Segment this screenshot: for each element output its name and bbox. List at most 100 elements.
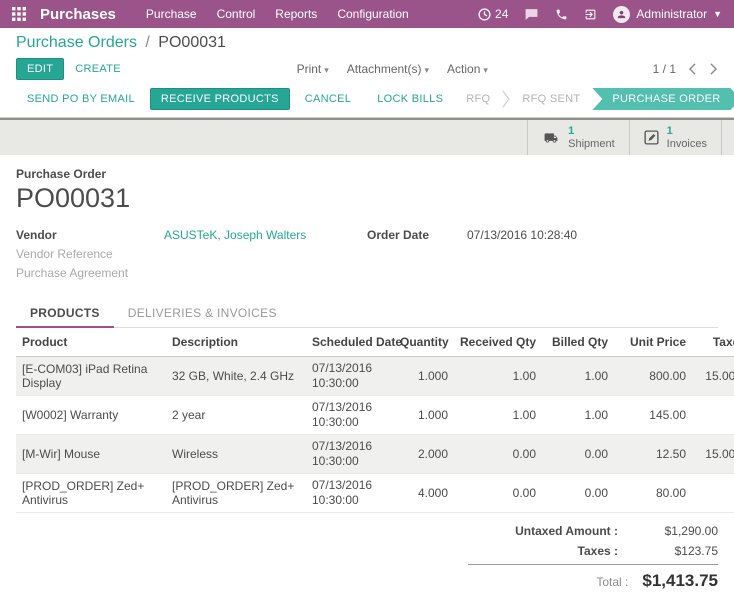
column-header-scheduled_date: Scheduled Date bbox=[306, 328, 394, 357]
table-row[interactable]: [M-Wir] MouseWireless07/13/2016 10:30:00… bbox=[16, 435, 734, 474]
order-lines-table: ProductDescriptionScheduled DateQuantity… bbox=[16, 328, 734, 513]
messages-button[interactable] bbox=[524, 8, 539, 21]
statusbar: RFQRFQ SENTPURCHASE ORDERLOCKED bbox=[454, 88, 734, 110]
record-type-label: Purchase Order bbox=[16, 167, 718, 181]
app-name[interactable]: Purchases bbox=[40, 6, 116, 23]
pager-value: 1 / 1 bbox=[653, 62, 676, 76]
chevron-down-icon: ▼ bbox=[713, 9, 722, 19]
table-row[interactable]: [W0002] Warranty2 year07/13/2016 10:30:0… bbox=[16, 396, 734, 435]
menu-item-configuration[interactable]: Configuration bbox=[337, 7, 408, 21]
cell-unit_price: 12.50 bbox=[614, 435, 692, 474]
untaxed-amount-label: Untaxed Amount : bbox=[515, 524, 618, 538]
column-header-description: Description bbox=[166, 328, 306, 357]
cell-quantity: 1.000 bbox=[394, 357, 454, 396]
breadcrumb-parent-link[interactable]: Purchase Orders bbox=[16, 34, 137, 51]
action-dropdown[interactable]: Action▾ bbox=[447, 62, 488, 76]
stat-text: 1Invoices bbox=[667, 125, 707, 150]
cell-product: [W0002] Warranty bbox=[16, 396, 166, 435]
tab-deliveries-invoices[interactable]: DELIVERIES & INVOICES bbox=[114, 299, 291, 327]
cell-description: [PROD_ORDER] Zed+ Antivirus bbox=[166, 474, 306, 513]
top-menu: Purchase Control Reports Configuration bbox=[146, 7, 409, 21]
vendor-value-link[interactable]: ASUSTeK, Joseph Walters bbox=[164, 228, 306, 242]
column-header-unit_price: Unit Price bbox=[614, 328, 692, 357]
totals-block: Untaxed Amount : $1,290.00 Taxes : $123.… bbox=[468, 521, 718, 594]
chevron-down-icon: ▾ bbox=[324, 65, 329, 75]
edit-button[interactable]: EDIT bbox=[16, 58, 64, 80]
order-date-label: Order Date bbox=[367, 228, 467, 242]
menu-item-purchase[interactable]: Purchase bbox=[146, 7, 197, 21]
page-title: PO00031 bbox=[16, 183, 718, 214]
cell-unit_price: 80.00 bbox=[614, 474, 692, 513]
column-header-billed_qty: Billed Qty bbox=[542, 328, 614, 357]
taxes-label: Taxes : bbox=[578, 544, 618, 558]
send-po-by-email-button[interactable]: SEND PO BY EMAIL bbox=[16, 88, 146, 110]
menu-item-control[interactable]: Control bbox=[217, 7, 256, 21]
table-row[interactable]: [PROD_ORDER] Zed+ Antivirus[PROD_ORDER] … bbox=[16, 474, 734, 513]
print-dropdown[interactable]: Print▾ bbox=[297, 62, 329, 76]
pager-next-button[interactable] bbox=[709, 63, 718, 75]
cell-description: 2 year bbox=[166, 396, 306, 435]
menu-item-reports[interactable]: Reports bbox=[275, 7, 317, 21]
cancel-button[interactable]: CANCEL bbox=[294, 88, 362, 110]
cell-quantity: 4.000 bbox=[394, 474, 454, 513]
user-name: Administrator bbox=[636, 7, 707, 21]
create-button[interactable]: CREATE bbox=[64, 58, 132, 80]
cell-received_qty: 0.00 bbox=[454, 474, 542, 513]
cell-scheduled_date: 07/13/2016 10:30:00 bbox=[306, 474, 394, 513]
sign-out-icon bbox=[584, 8, 597, 21]
pager: 1 / 1 bbox=[653, 62, 718, 76]
stat-value: 1 bbox=[667, 125, 707, 138]
stat-label: Shipment bbox=[568, 138, 614, 151]
lock-bills-button[interactable]: LOCK BILLS bbox=[366, 88, 454, 110]
chevron-down-icon: ▾ bbox=[425, 65, 430, 75]
cell-description: Wireless bbox=[166, 435, 306, 474]
cell-billed_qty: 0.00 bbox=[542, 435, 614, 474]
logout-button[interactable] bbox=[584, 8, 597, 21]
cell-billed_qty: 1.00 bbox=[542, 396, 614, 435]
cell-received_qty: 1.00 bbox=[454, 396, 542, 435]
cell-quantity: 1.000 bbox=[394, 396, 454, 435]
chevron-down-icon: ▾ bbox=[483, 65, 488, 75]
status-step-rfq[interactable]: RFQ bbox=[454, 93, 502, 105]
stat-label: Invoices bbox=[667, 138, 707, 151]
chat-bubble-icon bbox=[524, 8, 539, 21]
chevron-left-icon bbox=[688, 63, 697, 75]
cell-unit_price: 800.00 bbox=[614, 357, 692, 396]
chevron-right-icon bbox=[502, 90, 510, 108]
phone-button[interactable] bbox=[555, 8, 568, 21]
cell-taxes bbox=[692, 396, 734, 435]
avatar bbox=[613, 6, 630, 23]
activities-button[interactable]: 24 bbox=[478, 7, 508, 21]
clock-icon bbox=[478, 8, 491, 21]
stat-band: 1Shipment1Invoices bbox=[0, 118, 734, 155]
table-row[interactable]: [E-COM03] iPad Retina Display32 GB, Whit… bbox=[16, 357, 734, 396]
notebook-tabs: PRODUCTSDELIVERIES & INVOICES bbox=[16, 299, 718, 328]
attachments-dropdown[interactable]: Attachment(s)▾ bbox=[347, 62, 429, 76]
breadcrumb: Purchase Orders / PO00031 bbox=[0, 28, 734, 54]
status-step-rfq-sent[interactable]: RFQ SENT bbox=[510, 93, 592, 105]
cell-quantity: 2.000 bbox=[394, 435, 454, 474]
truck-icon bbox=[542, 131, 560, 145]
order-date-value: 07/13/2016 10:28:40 bbox=[467, 228, 577, 242]
total-value: $1,413.75 bbox=[642, 571, 718, 591]
column-header-product: Product bbox=[16, 328, 166, 357]
cell-product: [M-Wir] Mouse bbox=[16, 435, 166, 474]
apps-grid-icon[interactable] bbox=[12, 7, 26, 21]
pager-prev-button[interactable] bbox=[688, 63, 697, 75]
cell-taxes bbox=[692, 474, 734, 513]
stat-button-invoices[interactable]: 1Invoices bbox=[629, 120, 722, 155]
user-menu[interactable]: Administrator ▼ bbox=[613, 6, 722, 23]
cell-scheduled_date: 07/13/2016 10:30:00 bbox=[306, 357, 394, 396]
cell-taxes: 15.00% bbox=[692, 435, 734, 474]
receive-products-button[interactable]: RECEIVE PRODUCTS bbox=[150, 88, 290, 110]
vendor-reference-label: Vendor Reference bbox=[16, 247, 164, 261]
cell-billed_qty: 1.00 bbox=[542, 357, 614, 396]
form-sheet: Purchase Order PO00031 Vendor ASUSTeK, J… bbox=[0, 155, 734, 594]
column-header-quantity: Quantity bbox=[394, 328, 454, 357]
stat-button-shipment[interactable]: 1Shipment bbox=[527, 120, 628, 155]
cell-scheduled_date: 07/13/2016 10:30:00 bbox=[306, 435, 394, 474]
cell-unit_price: 145.00 bbox=[614, 396, 692, 435]
status-step-purchase-order[interactable]: PURCHASE ORDER bbox=[592, 88, 734, 110]
cell-billed_qty: 0.00 bbox=[542, 474, 614, 513]
tab-products[interactable]: PRODUCTS bbox=[16, 299, 114, 328]
